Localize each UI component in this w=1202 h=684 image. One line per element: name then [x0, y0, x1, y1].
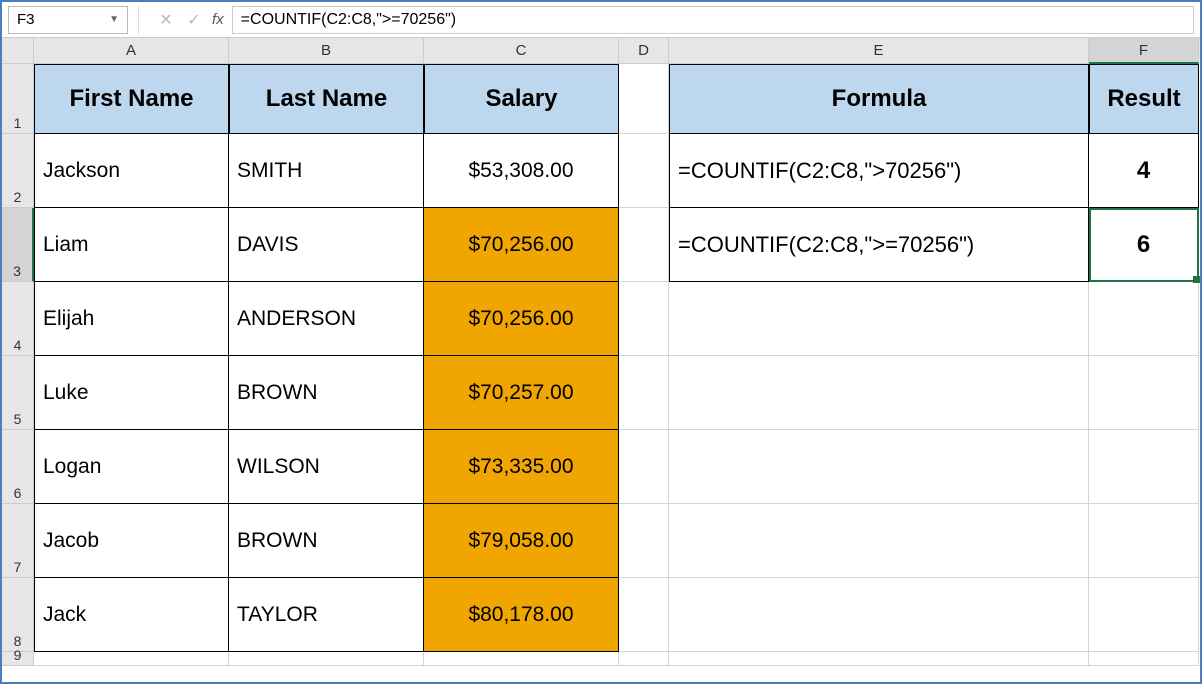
row-1: First Name Last Name Salary Formula Resu… — [34, 64, 1199, 134]
separator — [138, 6, 148, 34]
select-all-corner[interactable] — [2, 38, 34, 64]
cell-D2[interactable] — [619, 134, 669, 208]
cell-D8[interactable] — [619, 578, 669, 652]
col-header-A[interactable]: A — [34, 38, 229, 64]
col-header-B[interactable]: B — [229, 38, 424, 64]
cell-E1[interactable]: Formula — [669, 64, 1089, 134]
formula-input[interactable]: =COUNTIF(C2:C8,">=70256") — [232, 6, 1194, 34]
row-header-4[interactable]: 4 — [2, 282, 34, 356]
cell-E5[interactable] — [669, 356, 1089, 430]
cell-C5[interactable]: $70,257.00 — [424, 356, 619, 430]
cell-B9[interactable] — [229, 652, 424, 666]
name-box[interactable]: F3 ▼ — [8, 6, 128, 34]
cell-A6[interactable]: Logan — [34, 430, 229, 504]
cell-F7[interactable] — [1089, 504, 1199, 578]
row-6: Logan WILSON $73,335.00 — [34, 430, 1199, 504]
cell-E8[interactable] — [669, 578, 1089, 652]
row-9 — [34, 652, 1199, 666]
col-header-E[interactable]: E — [669, 38, 1089, 64]
cell-D9[interactable] — [619, 652, 669, 666]
formula-text: =COUNTIF(C2:C8,">=70256") — [241, 11, 456, 29]
cell-F8[interactable] — [1089, 578, 1199, 652]
cell-A7[interactable]: Jacob — [34, 504, 229, 578]
cell-B7[interactable]: BROWN — [229, 504, 424, 578]
cell-C9[interactable] — [424, 652, 619, 666]
cell-F6[interactable] — [1089, 430, 1199, 504]
cell-A3[interactable]: Liam — [34, 208, 229, 282]
cell-A9[interactable] — [34, 652, 229, 666]
cell-C3[interactable]: $70,256.00 — [424, 208, 619, 282]
spreadsheet: A B C D E F 1 2 3 4 5 6 7 8 9 First Name… — [2, 38, 1200, 666]
cell-E4[interactable] — [669, 282, 1089, 356]
col-header-D[interactable]: D — [619, 38, 669, 64]
cell-E6[interactable] — [669, 430, 1089, 504]
column-headers: A B C D E F — [2, 38, 1200, 64]
cell-F9[interactable] — [1089, 652, 1199, 666]
row-header-8[interactable]: 8 — [2, 578, 34, 652]
cell-F1[interactable]: Result — [1089, 64, 1199, 134]
name-box-value: F3 — [17, 11, 35, 28]
dropdown-icon[interactable]: ▼ — [109, 14, 119, 25]
fx-label[interactable]: fx — [212, 11, 224, 28]
row-headers: 1 2 3 4 5 6 7 8 9 — [2, 64, 34, 666]
cell-E9[interactable] — [669, 652, 1089, 666]
cell-D5[interactable] — [619, 356, 669, 430]
cell-E7[interactable] — [669, 504, 1089, 578]
cell-B3[interactable]: DAVIS — [229, 208, 424, 282]
cell-D7[interactable] — [619, 504, 669, 578]
formula-bar: F3 ▼ ✕ ✓ fx =COUNTIF(C2:C8,">=70256") — [2, 2, 1200, 38]
cell-A4[interactable]: Elijah — [34, 282, 229, 356]
row-header-3[interactable]: 3 — [2, 208, 34, 282]
cell-B5[interactable]: BROWN — [229, 356, 424, 430]
cell-D3[interactable] — [619, 208, 669, 282]
cell-F5[interactable] — [1089, 356, 1199, 430]
row-5: Luke BROWN $70,257.00 — [34, 356, 1199, 430]
row-4: Elijah ANDERSON $70,256.00 — [34, 282, 1199, 356]
row-8: Jack TAYLOR $80,178.00 — [34, 578, 1199, 652]
row-header-9[interactable]: 9 — [2, 652, 34, 666]
cell-B8[interactable]: TAYLOR — [229, 578, 424, 652]
cell-F3-value: 6 — [1137, 231, 1150, 259]
cell-B6[interactable]: WILSON — [229, 430, 424, 504]
row-header-2[interactable]: 2 — [2, 134, 34, 208]
cell-B2[interactable]: SMITH — [229, 134, 424, 208]
cell-C6[interactable]: $73,335.00 — [424, 430, 619, 504]
row-header-5[interactable]: 5 — [2, 356, 34, 430]
row-7: Jacob BROWN $79,058.00 — [34, 504, 1199, 578]
row-3: Liam DAVIS $70,256.00 =COUNTIF(C2:C8,">=… — [34, 208, 1199, 282]
cell-C2[interactable]: $53,308.00 — [424, 134, 619, 208]
cell-A5[interactable]: Luke — [34, 356, 229, 430]
cell-A8[interactable]: Jack — [34, 578, 229, 652]
row-header-7[interactable]: 7 — [2, 504, 34, 578]
cell-F4[interactable] — [1089, 282, 1199, 356]
col-header-C[interactable]: C — [424, 38, 619, 64]
cells-area: First Name Last Name Salary Formula Resu… — [34, 64, 1199, 666]
row-header-6[interactable]: 6 — [2, 430, 34, 504]
cell-B1[interactable]: Last Name — [229, 64, 424, 134]
cell-B4[interactable]: ANDERSON — [229, 282, 424, 356]
cell-C4[interactable]: $70,256.00 — [424, 282, 619, 356]
cell-E2[interactable]: =COUNTIF(C2:C8,">70256") — [669, 134, 1089, 208]
row-2: Jackson SMITH $53,308.00 =COUNTIF(C2:C8,… — [34, 134, 1199, 208]
cell-C7[interactable]: $79,058.00 — [424, 504, 619, 578]
enter-icon[interactable]: ✓ — [180, 6, 208, 34]
cancel-icon[interactable]: ✕ — [152, 6, 180, 34]
cell-C1[interactable]: Salary — [424, 64, 619, 134]
cell-D4[interactable] — [619, 282, 669, 356]
cell-E3[interactable]: =COUNTIF(C2:C8,">=70256") — [669, 208, 1089, 282]
cell-A2[interactable]: Jackson — [34, 134, 229, 208]
row-header-1[interactable]: 1 — [2, 64, 34, 134]
cell-F3[interactable]: 6 — [1089, 208, 1199, 282]
cell-D6[interactable] — [619, 430, 669, 504]
cell-F2[interactable]: 4 — [1089, 134, 1199, 208]
col-header-F[interactable]: F — [1089, 38, 1199, 64]
cell-C8[interactable]: $80,178.00 — [424, 578, 619, 652]
cell-A1[interactable]: First Name — [34, 64, 229, 134]
cell-D1[interactable] — [619, 64, 669, 134]
